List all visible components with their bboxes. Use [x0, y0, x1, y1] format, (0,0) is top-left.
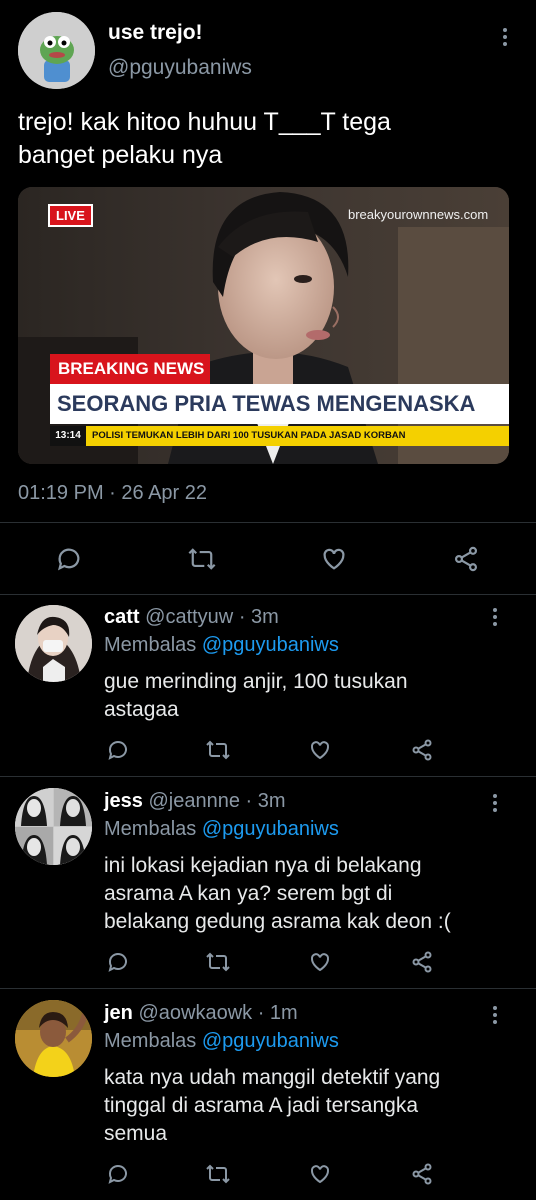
- author-avatar[interactable]: [18, 12, 95, 89]
- replying-to-link[interactable]: @pguyubaniws: [202, 634, 339, 656]
- reply-text-line: belakang gedung asrama kak deon :(: [104, 910, 451, 933]
- share-icon[interactable]: [410, 950, 434, 974]
- share-icon[interactable]: [452, 545, 480, 573]
- reply-name[interactable]: jess: [104, 790, 143, 812]
- reply-icon[interactable]: [106, 1162, 130, 1186]
- share-icon[interactable]: [410, 1162, 434, 1186]
- reply-time[interactable]: · 3m: [239, 606, 279, 628]
- news-clock: 13:14: [50, 426, 86, 446]
- like-icon[interactable]: [320, 545, 348, 573]
- headline-bar: SEORANG PRIA TEWAS MENGENASKA: [50, 384, 509, 424]
- reply-header: jen @aowkaowk · 1m: [104, 1002, 298, 1025]
- tweet-timestamp[interactable]: 01:19 PM · 26 Apr 22: [18, 482, 207, 505]
- reply-header: jess @jeannne · 3m: [104, 790, 286, 813]
- replying-to-link[interactable]: @pguyubaniws: [202, 1030, 339, 1052]
- reply-name[interactable]: catt: [104, 606, 140, 628]
- more-icon[interactable]: [492, 1006, 498, 1024]
- divider: [0, 594, 536, 595]
- tweet-text-line-1: trejo! kak hitoo huhuu T___T tega: [18, 108, 391, 136]
- replying-prefix: Membalas: [104, 1030, 197, 1052]
- media-watermark: breakyourownnews.com: [348, 207, 489, 222]
- reply-name[interactable]: jen: [104, 1002, 133, 1024]
- replying-to: Membalas @pguyubaniws: [104, 818, 339, 841]
- retweet-icon[interactable]: [205, 1162, 231, 1186]
- author-name[interactable]: use trejo!: [108, 21, 203, 45]
- reply-text-line: kata nya udah manggil detektif yang: [104, 1066, 441, 1089]
- author-handle[interactable]: @pguyubaniws: [108, 56, 252, 80]
- reply-text-line: astagaa: [104, 698, 179, 721]
- retweet-icon[interactable]: [187, 545, 217, 573]
- tweet-text-line-2: banget pelaku nya: [18, 141, 223, 169]
- reply-header: catt @cattyuw · 3m: [104, 606, 279, 629]
- replying-to: Membalas @pguyubaniws: [104, 1030, 339, 1053]
- news-ticker: POLISI TEMUKAN LEBIH DARI 100 TUSUKAN PA…: [86, 426, 509, 446]
- live-badge: LIVE: [48, 204, 93, 227]
- like-icon[interactable]: [308, 1162, 332, 1186]
- replying-to-link[interactable]: @pguyubaniws: [202, 818, 339, 840]
- breaking-news-banner: BREAKING NEWS: [50, 354, 210, 384]
- like-icon[interactable]: [308, 950, 332, 974]
- share-icon[interactable]: [410, 738, 434, 762]
- reply-handle[interactable]: @jeannne: [149, 790, 240, 812]
- reply-avatar[interactable]: [15, 788, 92, 865]
- reply-icon[interactable]: [55, 545, 83, 573]
- reply-time[interactable]: · 3m: [246, 790, 286, 812]
- reply-text-line: gue merinding anjir, 100 tusukan: [104, 670, 408, 693]
- retweet-icon[interactable]: [205, 950, 231, 974]
- reply-text-line: semua: [104, 1122, 168, 1145]
- reply-avatar[interactable]: [15, 605, 92, 682]
- reply-text-line: asrama A kan ya? serem bgt di: [104, 882, 393, 905]
- reply-avatar[interactable]: [15, 1000, 92, 1077]
- tweet-media-image[interactable]: LIVE breakyourownnews.com BREAKING NEWS …: [18, 187, 509, 464]
- reply-handle[interactable]: @aowkaowk: [138, 1002, 252, 1024]
- replying-prefix: Membalas: [104, 634, 197, 656]
- divider: [0, 988, 536, 989]
- reply-handle[interactable]: @cattyuw: [145, 606, 233, 628]
- reply-icon[interactable]: [106, 738, 130, 762]
- more-icon[interactable]: [492, 794, 498, 812]
- divider: [0, 522, 536, 523]
- like-icon[interactable]: [308, 738, 332, 762]
- more-icon[interactable]: [502, 28, 508, 46]
- reply-time[interactable]: · 1m: [258, 1002, 298, 1024]
- retweet-icon[interactable]: [205, 738, 231, 762]
- reply-text-line: tinggal di asrama A jadi tersangka: [104, 1094, 419, 1117]
- reply-text-line: ini lokasi kejadian nya di belakang: [104, 854, 422, 877]
- more-icon[interactable]: [492, 608, 498, 626]
- replying-to: Membalas @pguyubaniws: [104, 634, 339, 657]
- divider: [0, 776, 536, 777]
- reply-icon[interactable]: [106, 950, 130, 974]
- replying-prefix: Membalas: [104, 818, 197, 840]
